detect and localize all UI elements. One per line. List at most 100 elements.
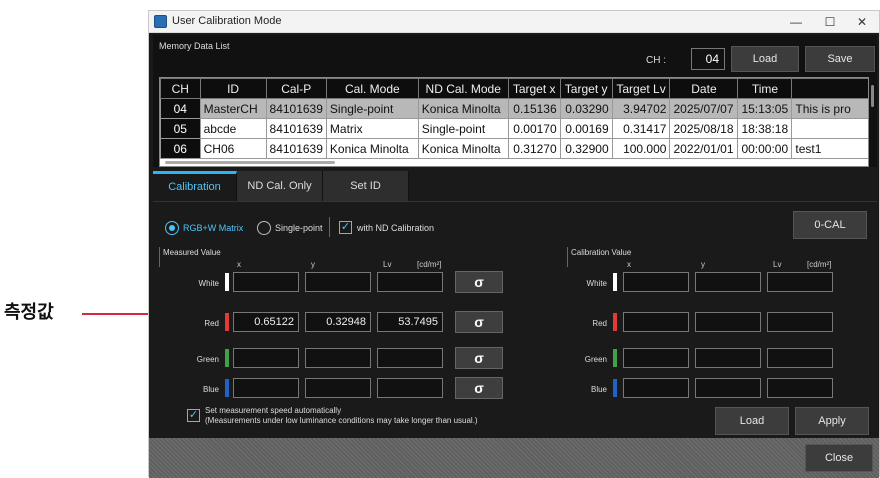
- measured-x-header: x: [237, 260, 241, 269]
- calib-green-y-field[interactable]: [695, 348, 761, 368]
- tab-set-id[interactable]: Set ID: [323, 171, 409, 201]
- cell-time: 15:13:05: [737, 98, 793, 119]
- calib-white-y-field[interactable]: [695, 272, 761, 292]
- memory-data-panel: Memory Data List CH : 04 Load Save CH ID…: [153, 35, 877, 167]
- column-header[interactable]: Time: [737, 78, 793, 99]
- table-header-row: CH ID Cal-P Cal. Mode ND Cal. Mode Targe…: [160, 78, 868, 99]
- column-header[interactable]: Cal. Mode: [325, 78, 419, 99]
- measured-white-x-field[interactable]: [233, 272, 299, 292]
- calib-white-swatch: [613, 273, 617, 291]
- column-header[interactable]: Date: [669, 78, 739, 99]
- table-vertical-scrollbar[interactable]: [871, 85, 874, 107]
- close-button[interactable]: Close: [805, 444, 873, 472]
- measured-blue-x-field[interactable]: [233, 378, 299, 398]
- calibration-value-title: Calibration Value: [571, 248, 632, 257]
- cell-time: 00:00:00: [737, 138, 793, 159]
- calib-red-y-field[interactable]: [695, 312, 761, 332]
- cell-comment: [791, 118, 868, 139]
- column-header[interactable]: [791, 78, 868, 99]
- zero-cal-button[interactable]: 0-CAL: [793, 211, 867, 239]
- measure-white-button[interactable]: σ: [455, 271, 503, 293]
- calib-unit-header: [cd/m²]: [807, 260, 832, 269]
- cell-cal-mode: Single-point: [325, 98, 419, 119]
- calib-blue-y-field[interactable]: [695, 378, 761, 398]
- calib-green-lv-field[interactable]: [767, 348, 833, 368]
- with-nd-checkbox[interactable]: ✓: [339, 221, 352, 234]
- cell-nd-cal-mode: Konica Minolta: [417, 138, 509, 159]
- measured-green-label: Green: [196, 355, 219, 364]
- calib-red-label: Red: [592, 319, 607, 328]
- measured-white-label: White: [198, 279, 219, 288]
- tab-nd-cal-only[interactable]: ND Cal. Only: [237, 171, 323, 201]
- measured-unit-header: [cd/m²]: [417, 260, 442, 269]
- auto-speed-checkbox[interactable]: ✓: [187, 409, 200, 422]
- measured-white-lv-field[interactable]: [377, 272, 443, 292]
- table-row[interactable]: 05 abcde 84101639 Matrix Single-point 0.…: [160, 118, 868, 139]
- annotation-label: 측정값: [4, 302, 54, 323]
- apply-button[interactable]: Apply: [795, 407, 869, 435]
- column-header[interactable]: ID: [199, 78, 267, 99]
- cell-cal-p: 84101639: [265, 98, 327, 119]
- calib-green-x-field[interactable]: [623, 348, 689, 368]
- calib-blue-swatch: [613, 379, 617, 397]
- measured-green-x-field[interactable]: [233, 348, 299, 368]
- with-nd-label: with ND Calibration: [357, 223, 435, 233]
- calib-red-lv-field[interactable]: [767, 312, 833, 332]
- measured-red-lv-field[interactable]: 53.7495: [377, 312, 443, 332]
- column-header[interactable]: Cal-P: [265, 78, 327, 99]
- calib-green-label: Green: [584, 355, 607, 364]
- cell-date: 2022/01/01: [669, 138, 739, 159]
- calib-blue-lv-field[interactable]: [767, 378, 833, 398]
- column-header[interactable]: Target y: [559, 78, 613, 99]
- column-header[interactable]: Target Lv: [611, 78, 671, 99]
- memory-save-button[interactable]: Save: [805, 46, 875, 72]
- measured-blue-lv-field[interactable]: [377, 378, 443, 398]
- measured-green-lv-field[interactable]: [377, 348, 443, 368]
- measure-icon: σ: [474, 274, 484, 290]
- column-header[interactable]: ND Cal. Mode: [417, 78, 509, 99]
- cell-cal-p: 84101639: [265, 138, 327, 159]
- measured-red-x-field[interactable]: 0.65122: [233, 312, 299, 332]
- cell-target-x: 0.15136: [507, 98, 561, 119]
- calib-white-lv-field[interactable]: [767, 272, 833, 292]
- tab-calibration[interactable]: Calibration: [153, 171, 237, 201]
- minimize-button[interactable]: —: [781, 13, 811, 31]
- green-swatch: [225, 349, 229, 367]
- measured-red-y-field[interactable]: 0.32948: [305, 312, 371, 332]
- cell-nd-cal-mode: Single-point: [417, 118, 509, 139]
- measure-blue-button[interactable]: σ: [455, 377, 503, 399]
- title-bar: User Calibration Mode — ☐ ✕: [149, 11, 879, 33]
- measured-value-title: Measured Value: [163, 248, 221, 257]
- ch-input[interactable]: 04: [691, 48, 725, 70]
- maximize-button[interactable]: ☐: [815, 13, 845, 31]
- rgbw-matrix-radio[interactable]: [165, 221, 179, 235]
- column-header[interactable]: Target x: [507, 78, 561, 99]
- calib-load-button[interactable]: Load: [715, 407, 789, 435]
- measure-green-button[interactable]: σ: [455, 347, 503, 369]
- tab-bar: Calibration ND Cal. Only Set ID: [153, 171, 877, 201]
- measured-y-header: y: [311, 260, 315, 269]
- measured-green-y-field[interactable]: [305, 348, 371, 368]
- ch-label: CH :: [646, 55, 666, 66]
- memory-load-button[interactable]: Load: [731, 46, 799, 72]
- cell-id: abcde: [199, 118, 267, 139]
- measure-red-button[interactable]: σ: [455, 311, 503, 333]
- calib-group-border: [567, 247, 568, 267]
- table-horizontal-scrollbar[interactable]: [165, 161, 335, 164]
- cell-ch: 06: [160, 138, 201, 159]
- single-point-radio[interactable]: [257, 221, 271, 235]
- cell-ch: 04: [160, 98, 201, 119]
- table-row[interactable]: 04 MasterCH 84101639 Single-point Konica…: [160, 98, 868, 119]
- measured-blue-y-field[interactable]: [305, 378, 371, 398]
- column-header[interactable]: CH: [160, 78, 201, 99]
- calib-blue-x-field[interactable]: [623, 378, 689, 398]
- measured-white-y-field[interactable]: [305, 272, 371, 292]
- measured-red-label: Red: [204, 319, 219, 328]
- calib-white-x-field[interactable]: [623, 272, 689, 292]
- close-window-button[interactable]: ✕: [847, 13, 877, 31]
- calib-red-x-field[interactable]: [623, 312, 689, 332]
- cell-cal-p: 84101639: [265, 118, 327, 139]
- calib-blue-label: Blue: [590, 385, 607, 394]
- table-row[interactable]: 06 CH06 84101639 Konica Minolta Konica M…: [160, 138, 868, 159]
- measured-lv-header: Lv: [383, 260, 392, 269]
